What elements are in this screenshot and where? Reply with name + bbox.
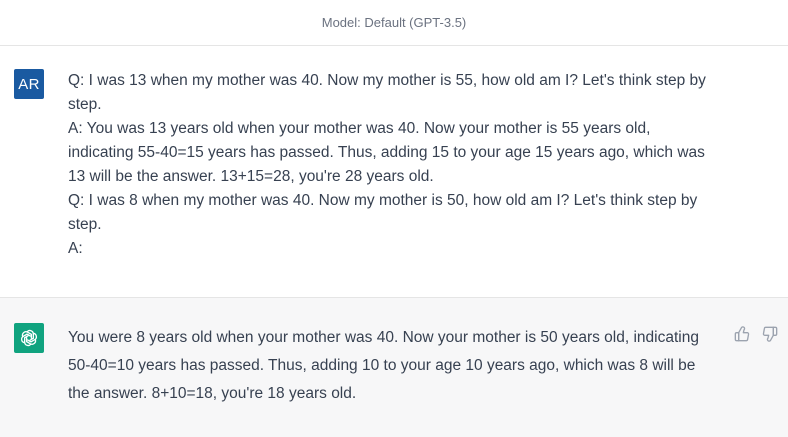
assistant-message: You were 8 years old when your mother wa… xyxy=(0,297,788,437)
user-avatar: AR xyxy=(14,69,44,99)
user-message-line: A: xyxy=(68,240,83,257)
feedback-controls xyxy=(734,326,778,342)
thumbs-down-icon[interactable] xyxy=(762,326,778,342)
model-header: Model: Default (GPT-3.5) xyxy=(0,0,788,46)
user-message-line: A: You was 13 years old when your mother… xyxy=(68,120,705,185)
user-avatar-initials: AR xyxy=(18,75,40,93)
user-message: AR Q: I was 13 when my mother was 40. No… xyxy=(0,46,788,297)
assistant-avatar xyxy=(14,323,44,353)
model-label: Model: Default (GPT-3.5) xyxy=(321,15,467,30)
openai-logo-icon xyxy=(21,329,37,347)
user-message-text: Q: I was 13 when my mother was 40. Now m… xyxy=(68,69,718,261)
assistant-message-text: You were 8 years old when your mother wa… xyxy=(68,329,699,402)
user-message-line: Q: I was 13 when my mother was 40. Now m… xyxy=(68,72,706,113)
thumbs-up-icon[interactable] xyxy=(734,326,750,342)
user-message-line: Q: I was 8 when my mother was 40. Now my… xyxy=(68,192,698,233)
